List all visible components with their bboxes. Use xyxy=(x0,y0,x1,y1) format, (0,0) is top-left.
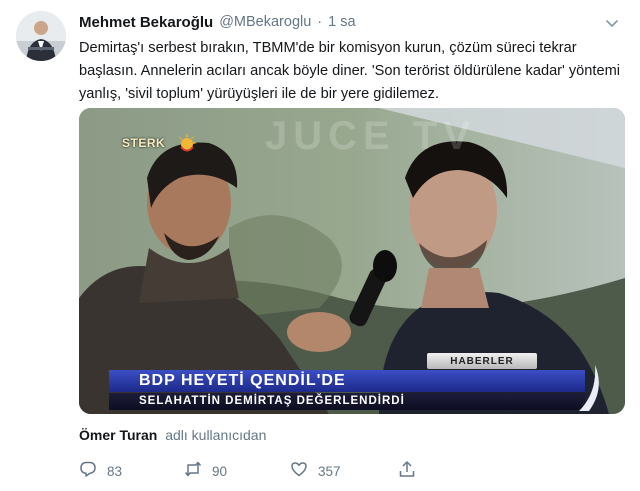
news-tag: HABERLER xyxy=(450,355,514,367)
separator-dot: · xyxy=(317,14,323,30)
share-icon xyxy=(398,460,416,483)
retweet-count: 90 xyxy=(212,464,228,479)
news-tag-bar: HABERLER xyxy=(427,353,537,369)
retweet-button[interactable]: 90 xyxy=(184,460,227,483)
lower-third-headline: BDP HEYETİ QENDİL'DE xyxy=(139,372,346,389)
retweet-icon xyxy=(184,460,202,483)
avatar[interactable] xyxy=(16,11,66,61)
tweet-media-video[interactable]: JUCE TV STERK HABERLER BDP HEYETİ QENDİL… xyxy=(79,108,625,414)
chevron-down-icon[interactable] xyxy=(604,15,620,31)
reply-button[interactable]: 83 xyxy=(79,460,122,483)
like-count: 357 xyxy=(318,464,341,479)
lower-third-subline: SELAHATTİN DEMİRTAŞ DEĞERLENDİRDİ xyxy=(139,395,405,407)
like-button[interactable]: 357 xyxy=(290,460,341,483)
retweeter-name[interactable]: Ömer Turan xyxy=(79,427,157,443)
share-button[interactable] xyxy=(398,460,416,483)
reply-count: 83 xyxy=(107,464,123,479)
tweet-text: Demirtaş'ı serbest bırakın, TBMM'de bir … xyxy=(79,40,620,102)
author-handle[interactable]: @MBekaroglu xyxy=(219,14,311,30)
channel-watermark: JUCE TV xyxy=(265,114,476,158)
sun-logo-icon xyxy=(175,132,199,154)
retweeted-by: Ömer Turan adlı kullanıcıdan xyxy=(79,427,266,443)
heart-icon xyxy=(290,460,308,483)
author-name[interactable]: Mehmet Bekaroğlu xyxy=(79,14,213,31)
reply-icon xyxy=(79,460,97,483)
swoosh-graphic xyxy=(579,365,599,411)
channel-logo-text: STERK xyxy=(122,136,166,150)
retweeted-by-suffix: adlı kullanıcıdan xyxy=(165,427,267,443)
tweet-header: Mehmet Bekaroğlu @MBekaroglu · 1 sa xyxy=(79,12,356,32)
tweet-timestamp[interactable]: 1 sa xyxy=(328,14,355,30)
